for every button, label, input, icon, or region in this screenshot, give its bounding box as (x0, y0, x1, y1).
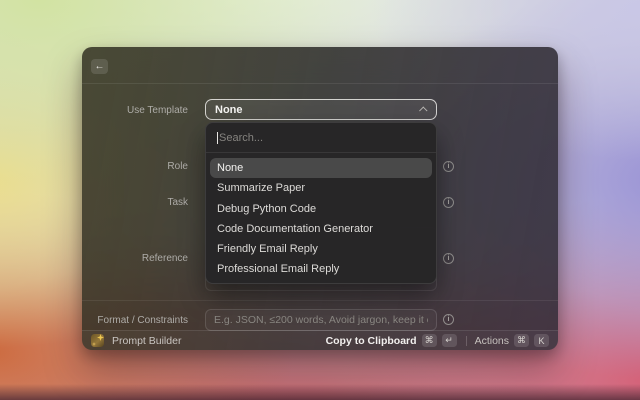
k-key-icon: K (534, 334, 549, 347)
form-section-divider (82, 300, 558, 301)
use-template-label: Use Template (82, 104, 188, 117)
chevron-up-icon (419, 106, 427, 114)
role-info-icon[interactable]: i (443, 161, 454, 172)
format-constraints-label: Format / Constraints (82, 314, 188, 327)
format-constraints-input[interactable] (205, 309, 437, 331)
header-divider (82, 83, 558, 84)
prompt-builder-window: ← Use Template None Role Task Reference … (82, 47, 558, 350)
copy-to-clipboard-button[interactable]: Copy to Clipboard (326, 335, 417, 347)
dropdown-list: None Summarize Paper Debug Python Code C… (206, 153, 436, 285)
format-info-icon[interactable]: i (443, 314, 454, 325)
task-label: Task (82, 196, 188, 209)
text-cursor (217, 132, 218, 144)
dropdown-item-debug-python-code[interactable]: Debug Python Code (210, 199, 432, 219)
sparkle-small-icon (92, 342, 96, 346)
action-bar: Prompt Builder Copy to Clipboard ⌘ ↵ Act… (82, 330, 558, 350)
app-name: Prompt Builder (112, 335, 181, 347)
dropdown-search-input[interactable]: Search... (206, 123, 436, 152)
actions-button[interactable]: Actions (475, 335, 509, 347)
dropdown-item-friendly-email-reply[interactable]: Friendly Email Reply (210, 239, 432, 259)
cmd-key-icon: ⌘ (422, 334, 437, 347)
reference-label: Reference (82, 252, 188, 265)
role-label: Role (82, 160, 188, 173)
back-arrow-icon: ← (95, 60, 105, 74)
prompt-builder-app-icon (91, 334, 104, 347)
use-template-select[interactable]: None (205, 99, 437, 120)
reference-info-icon[interactable]: i (443, 253, 454, 264)
back-button[interactable]: ← (91, 59, 108, 74)
use-template-value: None (215, 104, 243, 116)
task-info-icon[interactable]: i (443, 197, 454, 208)
dropdown-item-professional-email-reply[interactable]: Professional Email Reply (210, 259, 432, 279)
cmd-key-icon: ⌘ (514, 334, 529, 347)
action-bar-actions: Copy to Clipboard ⌘ ↵ Actions ⌘ K (326, 334, 549, 347)
dropdown-item-code-documentation-generator[interactable]: Code Documentation Generator (210, 219, 432, 239)
template-dropdown: Search... None Summarize Paper Debug Pyt… (205, 122, 437, 284)
sparkle-icon (97, 334, 104, 341)
dropdown-item-summarize-paper[interactable]: Summarize Paper (210, 178, 432, 198)
dropdown-item-none[interactable]: None (210, 158, 432, 178)
action-bar-app: Prompt Builder (91, 334, 181, 347)
action-bar-divider (466, 336, 467, 346)
enter-key-icon: ↵ (442, 334, 457, 347)
search-placeholder: Search... (219, 132, 263, 144)
